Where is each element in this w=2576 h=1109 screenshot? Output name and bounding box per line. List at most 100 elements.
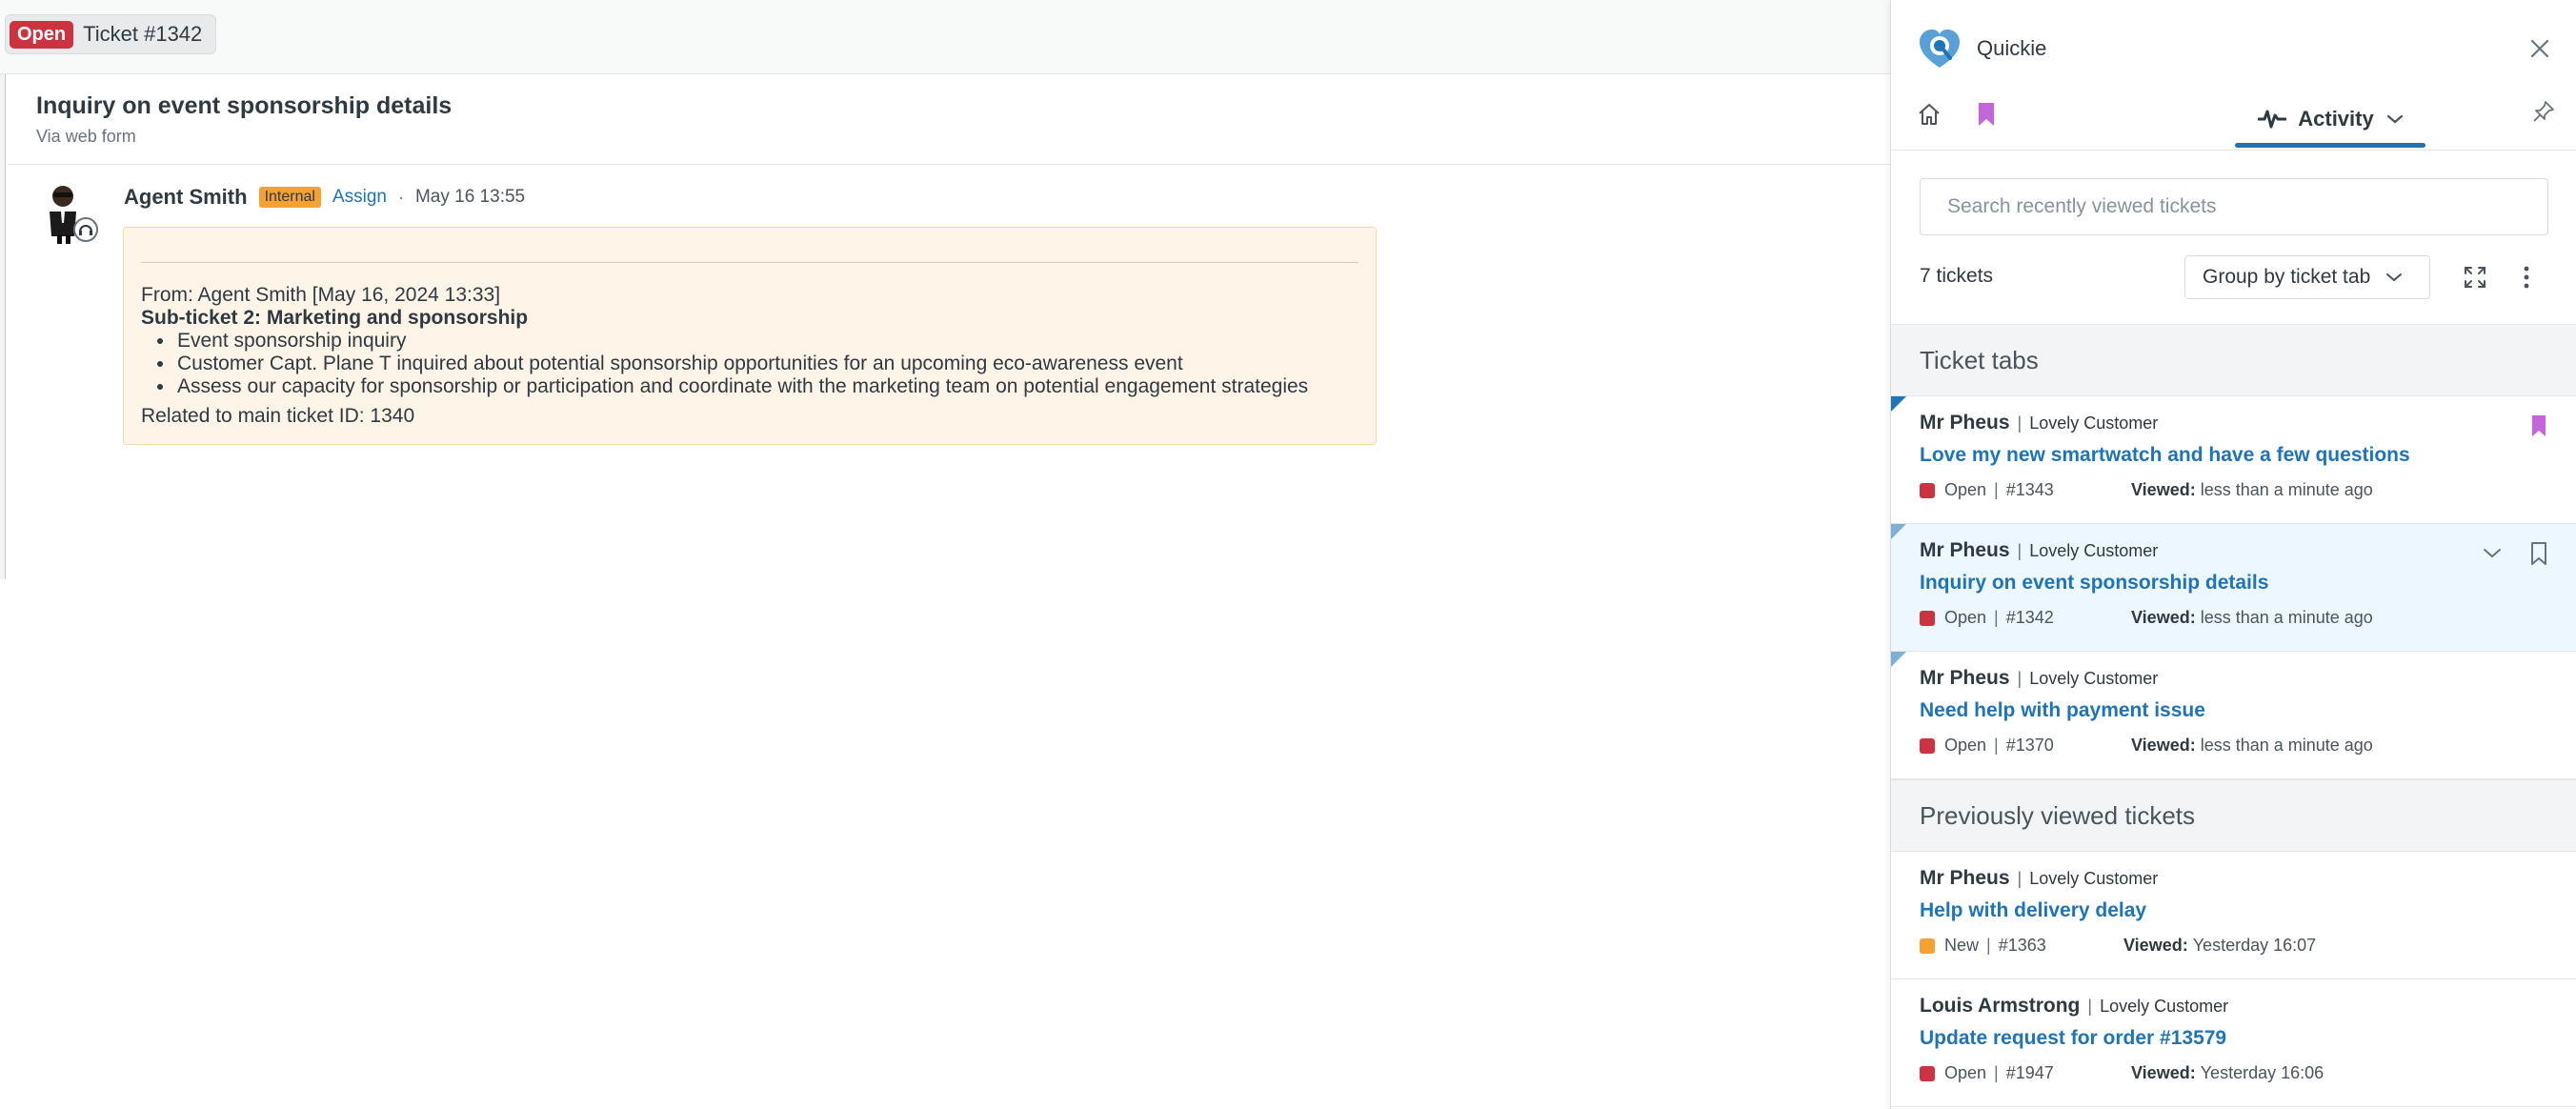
message-subticket-title: Sub-ticket 2: Marketing and sponsorship [141,307,529,329]
ticket-tab[interactable]: Open Ticket #1342 [5,14,217,54]
quickie-logo-icon [1920,30,1960,68]
customer-name: Mr Pheus [1920,867,2010,889]
customer-org: Lovely Customer [2029,868,2159,888]
group-by-value: Group by ticket tab [2203,266,2371,288]
row-customer: Louis Armstrong | Lovely Customer [1920,995,2228,1018]
viewed-label: Viewed: [2131,480,2196,499]
ticket-id: #1363 [1998,936,2046,955]
viewed-info: Viewed: Yesterday 16:07 [2123,936,2316,956]
ticket-row[interactable]: Louis Armstrong | Lovely Customer Update… [1891,979,2576,1107]
row-indicator [1891,652,1906,667]
customer-name: Mr Pheus [1920,539,2010,561]
row-status-line: Open | #1343 Viewed: less than a minute a… [1920,480,2373,500]
active-tab-indicator [2235,143,2425,148]
bookmark-icon[interactable] [1975,101,1998,128]
row-status-line: Open | #1947 Viewed: Yesterday 16:06 [1920,1063,2324,1083]
search-input[interactable] [1921,179,2547,234]
separator: | [1986,936,1991,955]
row-indicator [1891,396,1906,412]
row-indicator [1891,524,1906,539]
ticket-row[interactable]: Mr Pheus | Lovely Customer Help with del… [1891,852,2576,979]
section-title: Ticket tabs [1920,346,2039,374]
viewed-info: Viewed: less than a minute ago [2131,608,2373,628]
tab-activity-label: Activity [2298,107,2374,131]
ticket-subject-link[interactable]: Love my new smartwatch and have a few qu… [1920,444,2410,467]
status-indicator [1920,610,1935,626]
meta-separator: · [397,187,404,207]
ticket-tab-title: Ticket #1342 [83,22,203,46]
pin-icon[interactable] [2531,99,2556,124]
status-indicator [1920,1065,1935,1081]
ticket-id: #1342 [2005,608,2054,627]
status-indicator [1920,737,1935,754]
status-text: Open [1944,608,1987,627]
customer-org: Lovely Customer [2029,413,2159,433]
row-customer: Mr Pheus | Lovely Customer [1920,539,2158,562]
customer-org: Lovely Customer [2029,540,2159,560]
section-title: Previously viewed tickets [1920,801,2195,830]
ticket-row[interactable]: Mr Pheus | Lovely Customer Love my new s… [1891,396,2576,524]
ticket-id: #1947 [2005,1063,2054,1082]
status-text: New [1944,936,1980,955]
row-customer: Mr Pheus | Lovely Customer [1920,867,2158,890]
ticket-row[interactable]: Mr Pheus | Lovely Customer Inquiry on ev… [1891,524,2576,652]
panel-header: Quickie Activity [1891,0,2576,151]
tab-activity[interactable]: Activity [2236,91,2426,147]
separator: | [1994,1063,1999,1082]
viewed-info: Viewed: Yesterday 16:06 [2131,1063,2324,1083]
list-item: Assess our capacity for sponsorship or p… [175,375,1358,398]
message-body: From: Agent Smith [May 16, 2024 13:33] S… [123,227,1377,445]
section-previously-viewed: Previously viewed tickets [1891,779,2576,852]
customer-org: Lovely Customer [2029,668,2159,688]
bookmark-icon[interactable] [2529,413,2548,438]
separator: | [1994,480,1999,499]
ticket-subject-link[interactable]: Inquiry on event sponsorship details [1920,572,2268,595]
status-indicator [1920,938,1935,954]
expand-icon[interactable] [2463,265,2487,290]
separator: | [2087,996,2093,1016]
message-author: Agent Smith [124,185,248,209]
section-ticket-tabs: Ticket tabs [1891,324,2576,396]
message-meta: Agent Smith Internal Assign · May 16 13:… [124,185,525,210]
ticket-channel: Via web form [36,127,136,146]
ticket-id: #1343 [2005,480,2054,499]
separator: | [2017,868,2023,888]
viewed-label: Viewed: [2123,936,2188,955]
bookmark-icon[interactable] [2529,541,2548,566]
ticket-status-badge: Open [10,20,74,49]
assign-link[interactable]: Assign [332,187,387,208]
message-related-line: Related to main ticket ID: 1340 [141,405,415,427]
viewed-time: Yesterday 16:07 [2192,936,2317,955]
customer-org: Lovely Customer [2100,996,2229,1016]
status-text: Open [1944,736,1987,755]
ticket-subject-link[interactable]: Need help with payment issue [1920,699,2205,722]
viewed-label: Viewed: [2131,1063,2196,1082]
row-customer: Mr Pheus | Lovely Customer [1920,667,2158,690]
left-scrollbar[interactable] [0,74,6,579]
list-item: Customer Capt. Plane T inquired about po… [175,353,1358,375]
search-field[interactable] [1920,178,2548,235]
ticket-count: 7 tickets [1920,265,1994,287]
ticket-tab-bar: Open Ticket #1342 [0,0,1890,74]
message-timestamp: May 16 13:55 [414,187,526,207]
viewed-label: Viewed: [2131,608,2196,627]
chevron-down-icon[interactable] [2482,547,2503,560]
internal-badge: Internal [258,187,321,208]
ticket-header: Inquiry on event sponsorship details Via… [8,75,1890,165]
status-text: Open [1944,1063,1987,1082]
separator: | [2017,540,2023,560]
ticket-subject-link[interactable]: Help with delivery delay [1920,899,2146,922]
ticket-row[interactable]: Mr Pheus | Lovely Customer Need help wit… [1891,652,2576,779]
customer-name: Mr Pheus [1920,667,2010,689]
row-status-line: Open | #1342 Viewed: less than a minute a… [1920,608,2373,628]
home-icon[interactable] [1916,101,1942,128]
close-icon[interactable] [2529,38,2550,59]
separator: | [1994,736,1999,755]
ticket-subject-link[interactable]: Update request for order #13579 [1920,1027,2226,1050]
viewed-time: less than a minute ago [2200,736,2373,755]
group-by-select[interactable]: Group by ticket tab [2184,255,2430,299]
chevron-down-icon [2386,114,2403,124]
status-indicator [1920,482,1935,498]
viewed-info: Viewed: less than a minute ago [2131,480,2373,500]
more-vertical-icon[interactable] [2522,265,2531,290]
